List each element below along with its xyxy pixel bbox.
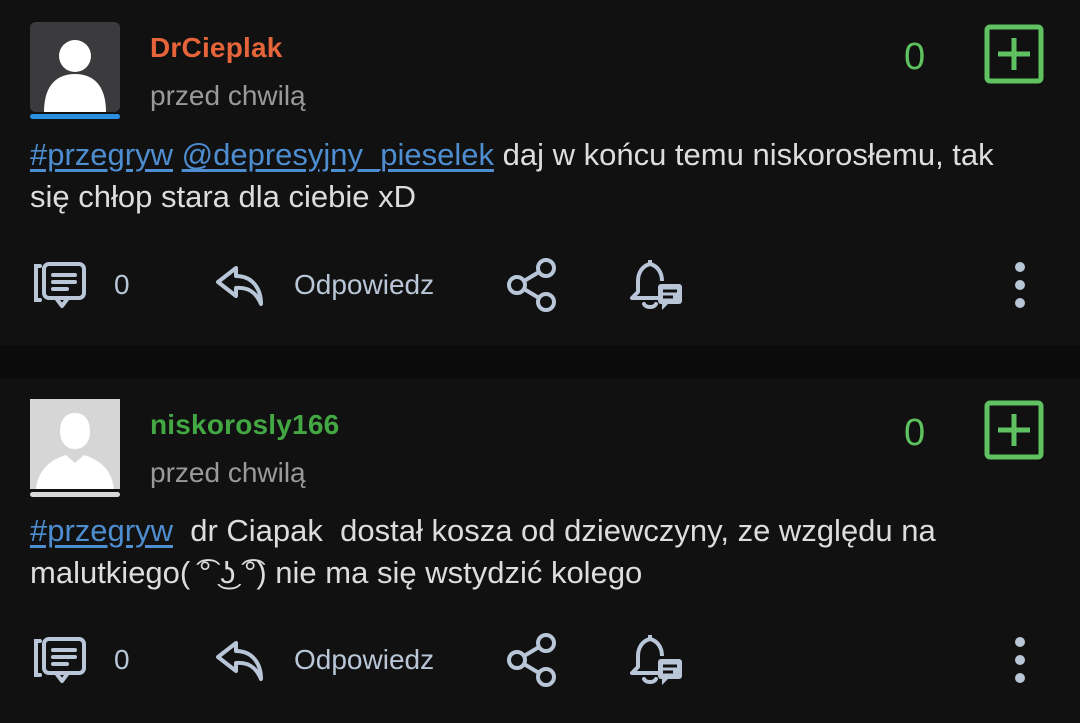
comments-count: 0 <box>114 269 130 300</box>
notify-button[interactable] <box>628 625 684 695</box>
comments-icon <box>34 262 86 308</box>
reply-arrow-icon <box>216 641 263 681</box>
timestamp: przed chwilą <box>150 457 306 488</box>
hashtag-link[interactable]: #przegryw <box>30 513 173 548</box>
reply-button[interactable]: Odpowiedz <box>214 625 434 695</box>
reply-button[interactable]: Odpowiedz <box>214 250 434 320</box>
plus-square-icon <box>984 24 1044 84</box>
mention-link[interactable]: @depresyjny_pieselek <box>182 137 494 172</box>
default-avatar-icon <box>30 22 120 112</box>
comments-icon <box>34 637 86 683</box>
more-options-button[interactable] <box>1006 625 1034 695</box>
comments-button[interactable]: 0 <box>32 250 130 320</box>
avatar-status-bar <box>30 114 120 119</box>
post-actions: 0 Odpowiedz <box>0 625 1080 695</box>
share-icon <box>507 258 556 312</box>
comments-count: 0 <box>114 644 130 675</box>
reply-label: Odpowiedz <box>294 644 435 675</box>
username[interactable]: DrCieplak <box>150 32 283 64</box>
upvote-button[interactable] <box>984 400 1044 460</box>
entry-post: DrCieplak przed chwilą 0 #przegryw @depr… <box>0 0 1080 345</box>
username[interactable]: niskorosly166 <box>150 409 339 441</box>
share-button[interactable] <box>506 250 558 320</box>
hashtag-link[interactable]: #przegryw <box>30 137 173 172</box>
timestamp: przed chwilą <box>150 80 306 111</box>
share-icon <box>507 633 556 687</box>
default-avatar-icon <box>30 399 120 489</box>
upvote-button[interactable] <box>984 24 1044 84</box>
bell-notification-icon <box>630 635 682 685</box>
more-vertical-icon <box>1015 637 1025 683</box>
reply-label: Odpowiedz <box>294 269 435 300</box>
more-vertical-icon <box>1015 262 1025 308</box>
reply-arrow-icon <box>216 266 263 306</box>
bell-notification-icon <box>630 260 682 310</box>
more-options-button[interactable] <box>1006 250 1034 320</box>
post-actions: 0 Odpowiedz <box>0 250 1080 320</box>
post-content: #przegryw dr Ciapak dostał kosza od dzie… <box>30 510 1040 594</box>
share-button[interactable] <box>506 625 558 695</box>
post-separator <box>0 345 1080 378</box>
text-space <box>173 137 182 172</box>
vote-count: 0 <box>904 412 926 454</box>
avatar[interactable] <box>30 22 120 112</box>
entry-post: niskorosly166 przed chwilą 0 #przegryw d… <box>0 378 1080 723</box>
plus-square-icon <box>984 400 1044 460</box>
avatar-status-bar <box>30 492 120 497</box>
vote-count: 0 <box>904 36 926 78</box>
notify-button[interactable] <box>628 250 684 320</box>
comments-button[interactable]: 0 <box>32 625 130 695</box>
avatar[interactable] <box>30 399 120 489</box>
post-content: #przegryw @depresyjny_pieselek daj w koń… <box>30 134 1040 218</box>
